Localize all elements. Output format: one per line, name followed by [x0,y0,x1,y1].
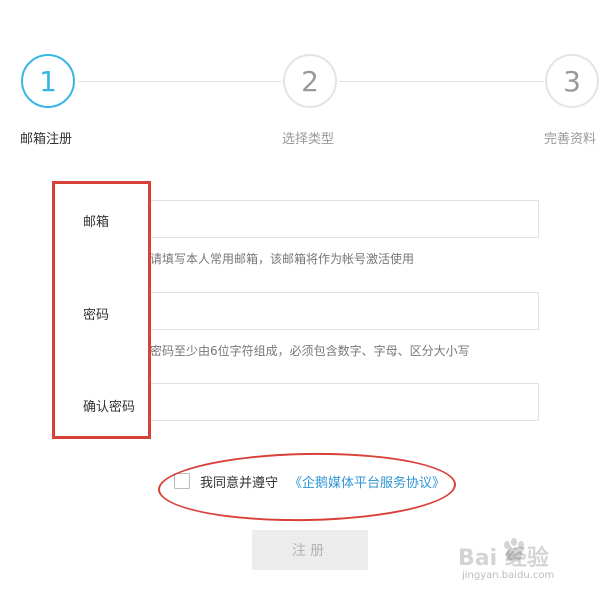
email-input[interactable] [148,200,539,238]
paw-icon [504,538,524,562]
step-3-number: 3 [563,64,581,98]
confirm-password-input[interactable] [148,383,539,421]
step-2-label: 选择类型 [282,132,335,147]
step-2-circle: 2 [283,54,337,108]
step-connector-2-3 [339,81,544,82]
email-hint: 请填写本人常用邮箱，该邮箱将作为帐号激活使用 [150,252,415,266]
agreement-highlight-ellipse [157,450,457,524]
step-1-label: 邮箱注册 [20,132,73,147]
step-3-circle: 3 [545,54,599,108]
password-input[interactable] [148,292,539,330]
password-hint: 密码至少由6位字符组成，必须包含数字、字母、区分大小写 [150,344,470,358]
register-button[interactable]: 注册 [252,530,368,570]
labels-highlight-box [52,181,151,439]
step-3-label: 完善资料 [544,132,597,147]
step-1-circle: 1 [21,54,75,108]
watermark-url: jingyan.baidu.com [462,570,555,581]
step-1-number: 1 [39,64,57,98]
step-connector-1-2 [78,81,282,82]
step-2-number: 2 [301,64,319,98]
